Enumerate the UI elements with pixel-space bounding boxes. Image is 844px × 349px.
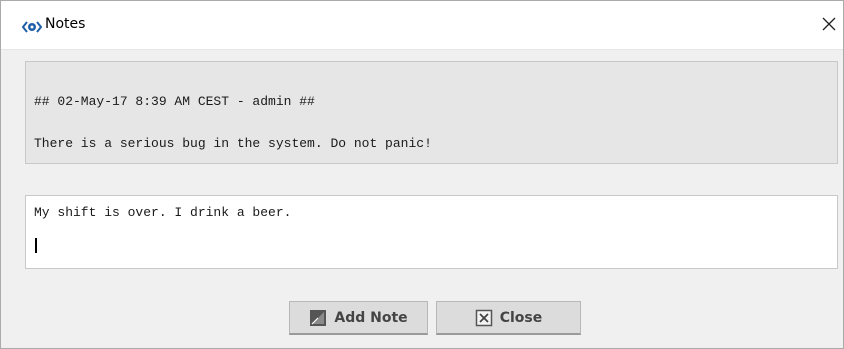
add-note-icon (309, 309, 327, 327)
close-label: Close (499, 309, 543, 326)
title-bar: Notes (1, 1, 843, 50)
close-button[interactable]: Close (436, 301, 581, 335)
add-note-button[interactable]: Add Note (289, 301, 428, 335)
notes-eye-icon (21, 18, 43, 33)
text-cursor (35, 238, 37, 253)
close-icon[interactable] (819, 14, 839, 34)
window-title: Notes (45, 16, 86, 32)
history-line: There is a serious bug in the system. Do… (34, 136, 432, 151)
history-line: ## 02-May-17 8:39 AM CEST - admin ## (34, 94, 315, 109)
note-input-text: My shift is over. I drink a beer. (34, 205, 292, 220)
notes-history: ## 02-May-17 8:39 AM CEST - admin ## The… (25, 61, 838, 164)
close-box-icon (475, 309, 493, 327)
note-input[interactable]: My shift is over. I drink a beer. (25, 195, 838, 269)
add-note-label: Add Note (334, 309, 408, 326)
notes-dialog: Notes ## 02-May-17 8:39 AM CEST - admin … (0, 0, 844, 349)
